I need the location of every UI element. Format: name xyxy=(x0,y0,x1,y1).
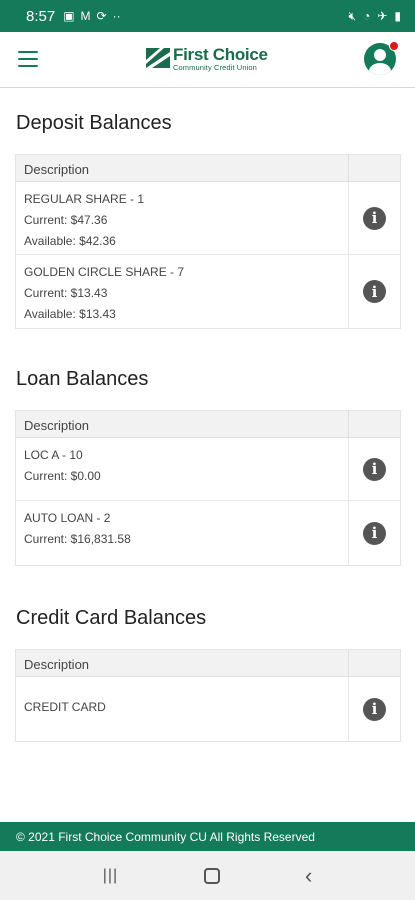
mute-icon: 🔇︎ xyxy=(348,9,357,23)
available-balance: Available: $42.36 xyxy=(24,234,116,248)
table-row: CREDIT CARD i xyxy=(16,677,400,741)
table-header: Description xyxy=(16,650,400,677)
footer: © 2021 First Choice Community CU All Rig… xyxy=(0,822,415,851)
airplane-icon: ✈ xyxy=(377,9,388,23)
current-balance: Current: $16,831.58 xyxy=(24,532,131,546)
table-header: Description xyxy=(16,155,400,182)
credit-section-title: Credit Card Balances xyxy=(16,607,207,629)
current-balance: Current: $0.00 xyxy=(24,469,101,483)
account-name: CREDIT CARD xyxy=(24,700,106,714)
account-name: AUTO LOAN - 2 xyxy=(24,511,111,525)
notification-dot xyxy=(389,41,399,51)
photo-icon: ▣ xyxy=(63,9,75,23)
recent-apps-icon[interactable]: ||| xyxy=(103,867,118,885)
logo-title: First Choice xyxy=(173,45,268,64)
logo-mark-icon xyxy=(146,48,170,68)
info-icon: i xyxy=(363,521,386,545)
available-balance: Available: $13.43 xyxy=(24,307,116,321)
info-button[interactable]: i xyxy=(348,255,400,328)
status-left: 8:57 ▣ M ⟳ ·· xyxy=(26,8,121,25)
gmail-icon: M xyxy=(80,9,91,23)
account-name: REGULAR SHARE - 1 xyxy=(24,192,145,206)
info-icon: i xyxy=(363,457,386,481)
credit-table: Description CREDIT CARD i xyxy=(15,649,401,742)
home-icon xyxy=(203,867,220,884)
sync-icon: ⟳ xyxy=(96,9,107,23)
table-row: AUTO LOAN - 2 Current: $16,831.58 i xyxy=(16,501,400,565)
account-name: GOLDEN CIRCLE SHARE - 7 xyxy=(24,265,185,279)
info-button[interactable]: i xyxy=(348,438,400,500)
deposit-table: Description REGULAR SHARE - 1 Current: $… xyxy=(15,154,401,329)
loan-table: Description LOC A - 10 Current: $0.00 i … xyxy=(15,410,401,566)
home-button[interactable] xyxy=(203,867,220,884)
description-header: Description xyxy=(24,162,90,177)
current-balance: Current: $47.36 xyxy=(24,213,108,227)
account-name: LOC A - 10 xyxy=(24,448,83,462)
back-icon[interactable]: ‹ xyxy=(305,863,312,889)
logo: First Choice Community Credit Union xyxy=(146,46,268,72)
current-balance: Current: $13.43 xyxy=(24,286,108,300)
system-nav-bar: ||| ‹ xyxy=(0,851,415,900)
info-button[interactable]: i xyxy=(348,677,400,741)
table-row: GOLDEN CIRCLE SHARE - 7 Current: $13.43 … xyxy=(16,255,400,328)
table-row: LOC A - 10 Current: $0.00 i xyxy=(16,438,400,501)
status-bar: 8:57 ▣ M ⟳ ·· 🔇︎ ◔ ✈ ▮ xyxy=(0,0,415,32)
info-icon: i xyxy=(363,206,386,230)
table-row: REGULAR SHARE - 1 Current: $47.36 Availa… xyxy=(16,182,400,255)
hamburger-icon[interactable] xyxy=(18,51,38,67)
copyright-text: © 2021 First Choice Community CU All Rig… xyxy=(16,829,315,844)
info-icon: i xyxy=(363,280,386,303)
wifi-icon: ◔ xyxy=(363,9,371,23)
table-header: Description xyxy=(16,411,400,438)
info-button[interactable]: i xyxy=(348,501,400,565)
more-icon: ·· xyxy=(112,9,121,23)
battery-icon: ▮ xyxy=(394,9,401,23)
status-right: 🔇︎ ◔ ✈ ▮ xyxy=(349,10,401,22)
loan-section-title: Loan Balances xyxy=(16,368,149,390)
info-button[interactable]: i xyxy=(348,182,400,254)
info-icon: i xyxy=(363,697,386,721)
description-header: Description xyxy=(24,418,90,433)
description-header: Description xyxy=(24,657,90,672)
deposit-section-title: Deposit Balances xyxy=(16,112,172,134)
logo-subtitle: Community Credit Union xyxy=(173,63,257,72)
status-time: 8:57 xyxy=(26,7,56,25)
app-header: First Choice Community Credit Union xyxy=(0,32,415,88)
